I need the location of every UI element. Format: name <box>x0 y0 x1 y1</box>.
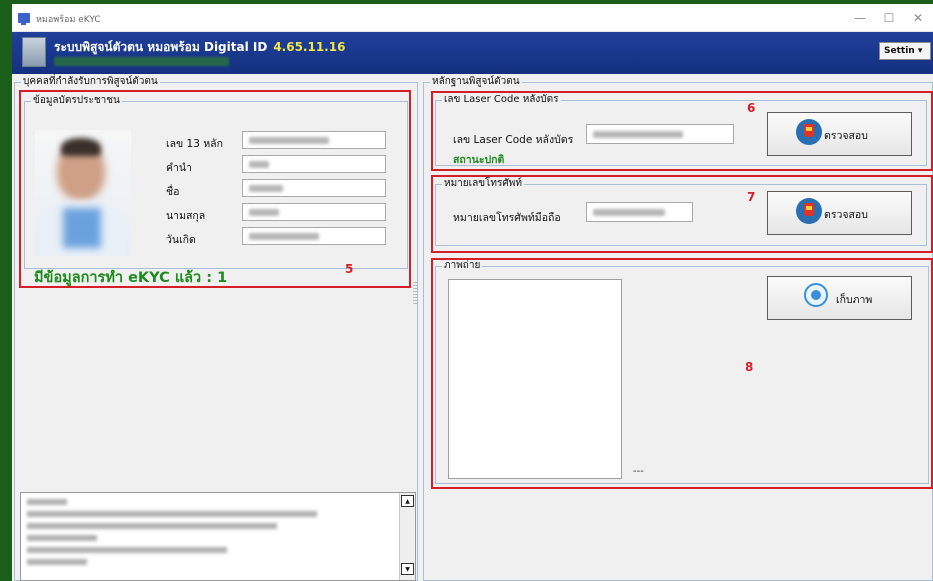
panel-splitter[interactable] <box>413 282 417 304</box>
annotation-8: 8 <box>745 360 754 374</box>
field-label-birthdate: วันเกิด <box>166 234 196 246</box>
id-number-field[interactable] <box>242 131 386 149</box>
verify-shield-icon <box>796 198 822 224</box>
field-label-firstname: ชื่อ <box>166 186 180 198</box>
lastname-field[interactable] <box>242 203 386 221</box>
title-bar: หมอพร้อม eKYC — ☐ ✕ <box>12 4 933 32</box>
firstname-field[interactable] <box>242 179 386 197</box>
captured-photo-area <box>448 279 622 479</box>
log-textbox[interactable]: ▲ ▼ <box>20 492 416 581</box>
close-button[interactable]: ✕ <box>907 10 929 26</box>
laser-code-label: เลข Laser Code หลังบัตร <box>453 134 574 146</box>
settings-dropdown[interactable]: Settin ▾ <box>879 42 931 60</box>
phone-field[interactable] <box>586 202 693 222</box>
phone-label: หมายเลขโทรศัพท์มือถือ <box>453 212 561 224</box>
webcam-icon <box>804 283 828 307</box>
annotation-5: 5 <box>345 262 354 276</box>
verify-shield-icon <box>796 119 822 145</box>
field-label-lastname: นามสกุล <box>166 210 206 222</box>
app-icon <box>18 13 30 25</box>
app-window: หมอพร้อม eKYC — ☐ ✕ ระบบพิสูจน์ตัวตน หมอ… <box>12 4 933 581</box>
window-title: หมอพร้อม eKYC <box>36 15 101 25</box>
photo-caption: --- <box>633 466 644 477</box>
app-header: ระบบพิสูจน์ตัวตน หมอพร้อม Digital ID 4.65… <box>12 32 933 74</box>
capture-photo-button[interactable]: เก็บภาพ <box>767 276 912 320</box>
citizen-photo <box>35 130 131 256</box>
log-scrollbar[interactable]: ▲ ▼ <box>399 493 415 580</box>
laser-status-text: สถานะปกติ <box>453 154 505 166</box>
prefix-field[interactable] <box>242 155 386 173</box>
header-subtitle-blurred <box>54 57 229 66</box>
id-card-group-label: ข้อมูลบัตรประชาชน <box>31 95 122 107</box>
scroll-up-icon[interactable]: ▲ <box>401 495 414 507</box>
minimize-button[interactable]: — <box>849 10 871 26</box>
field-label-prefix: คำนำ <box>166 162 192 174</box>
evidence-group-label: หลักฐานพิสูจน์ตัวตน <box>430 76 522 88</box>
field-label-id: เลข 13 หลัก <box>166 138 223 150</box>
version-label: 4.65.11.16 <box>273 40 346 54</box>
scroll-down-icon[interactable]: ▼ <box>401 563 414 575</box>
phone-group-label: หมายเลขโทรศัพท์ <box>442 178 524 190</box>
photo-group-label: ภาพถ่าย <box>442 260 483 272</box>
laser-code-field[interactable] <box>586 124 734 144</box>
birthdate-field[interactable] <box>242 227 386 245</box>
annotation-7: 7 <box>747 190 756 204</box>
ekyc-status-text: มีข้อมูลการทำ eKYC แล้ว : 1 <box>34 270 228 286</box>
laser-verify-button[interactable]: ตรวจสอบ <box>767 112 912 156</box>
app-title: ระบบพิสูจน์ตัวตน หมอพร้อม Digital ID 4.65… <box>54 40 346 54</box>
user-avatar-icon <box>22 37 46 67</box>
laser-code-group-label: เลข Laser Code หลังบัตร <box>442 94 561 106</box>
person-group-label: บุคคลที่กำลังรับการพิสูจน์ตัวตน <box>21 76 160 88</box>
annotation-6: 6 <box>747 101 756 115</box>
phone-verify-button[interactable]: ตรวจสอบ <box>767 191 912 235</box>
maximize-button[interactable]: ☐ <box>878 10 900 26</box>
